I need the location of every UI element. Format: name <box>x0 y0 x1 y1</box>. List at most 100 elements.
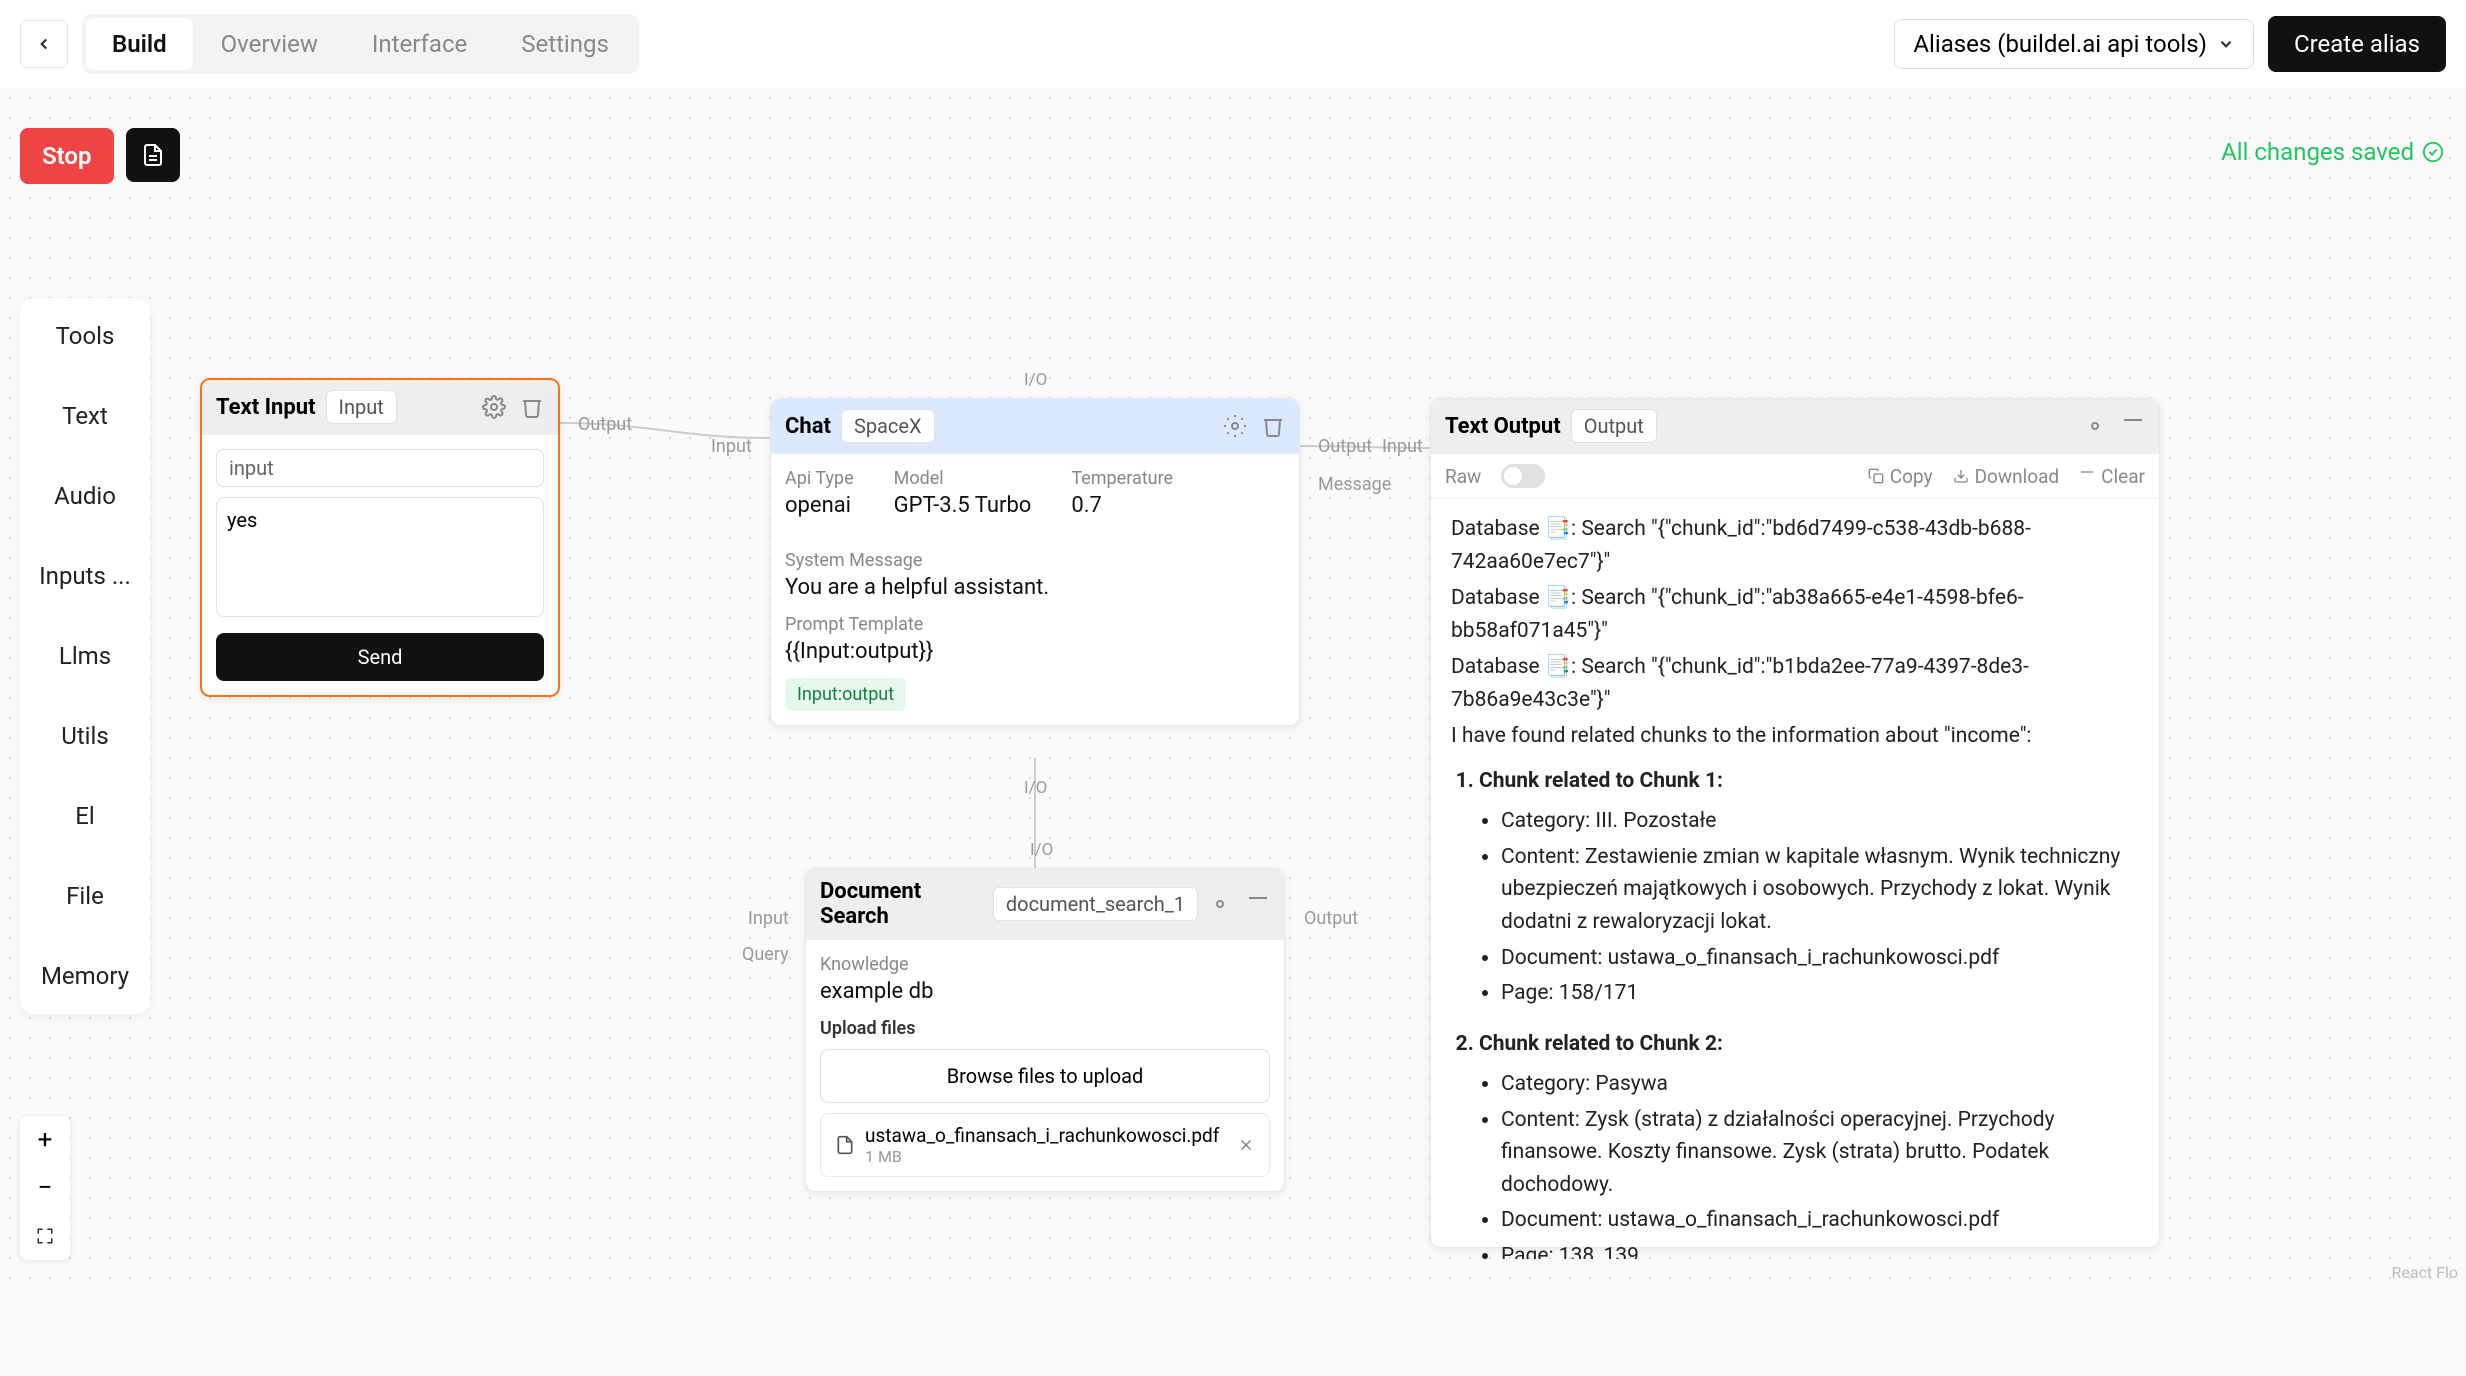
gear-icon[interactable] <box>482 395 506 419</box>
text-input-node[interactable]: Text Input Input input Send <box>200 378 560 697</box>
tab-overview[interactable]: Overview <box>195 18 344 70</box>
chunk-field: Content: Zestawienie zmian w kapitale wł… <box>1501 841 2139 939</box>
output-content: Database 📑: Search "{"chunk_id":"bd6d749… <box>1431 499 2159 1259</box>
browse-files-button[interactable]: Browse files to upload <box>820 1049 1270 1103</box>
palette-item[interactable]: Tools <box>28 322 142 350</box>
chunk-field: Document: ustawa_o_finansach_i_rachunkow… <box>1501 942 2139 975</box>
chunk-field: Page: 138, 139 <box>1501 1240 2139 1259</box>
port-label: Query <box>742 944 789 965</box>
label: Prompt Template <box>785 614 1285 635</box>
alias-dropdown-label: Aliases (buildel.ai api tools) <box>1913 30 2207 58</box>
download-button[interactable]: Download <box>1953 465 2060 488</box>
canvas[interactable]: Stop All changes saved Tools Text Audio … <box>0 88 2466 1288</box>
port-label: I/O <box>1030 840 1053 860</box>
palette-item[interactable]: Memory <box>28 962 142 990</box>
value: You are a helpful assistant. <box>785 575 1285 600</box>
trash-icon[interactable] <box>1261 414 1285 438</box>
gear-icon[interactable] <box>2083 414 2107 438</box>
chunk-field: Category: III. Pozostałe <box>1501 805 2139 838</box>
port-label: Message <box>1318 474 1391 495</box>
file-name: ustawa_o_finansach_i_rachunkowosci.pdf <box>865 1124 1227 1147</box>
tab-build[interactable]: Build <box>86 18 193 70</box>
palette-item[interactable]: Inputs ... <box>28 562 142 590</box>
chunk-title: Chunk related to Chunk 2: <box>1479 1032 1723 1056</box>
text-output-node[interactable]: Text Output Output Raw Copy Download Cle… <box>1430 398 2160 1248</box>
label: Model <box>894 468 1032 489</box>
zoom-in-button[interactable]: + <box>20 1116 70 1164</box>
document-search-node[interactable]: Document Search document_search_1 Knowle… <box>805 868 1285 1192</box>
port-label: Output <box>1304 908 1358 929</box>
palette-item[interactable]: Llms <box>28 642 142 670</box>
alias-dropdown[interactable]: Aliases (buildel.ai api tools) <box>1894 19 2254 69</box>
file-size: 1 MB <box>865 1147 1227 1166</box>
chat-node[interactable]: Chat SpaceX Api Typeopenai ModelGPT-3.5 … <box>770 398 1300 726</box>
raw-toggle[interactable] <box>1501 464 1545 488</box>
node-type: Document Search <box>820 879 983 929</box>
gear-icon[interactable] <box>1208 892 1232 916</box>
stop-button[interactable]: Stop <box>20 128 114 184</box>
chunk-field: Page: 158/171 <box>1501 977 2139 1010</box>
trash-icon[interactable] <box>520 395 544 419</box>
fullscreen-button[interactable] <box>20 1212 70 1260</box>
palette-item[interactable]: Utils <box>28 722 142 750</box>
palette-item[interactable]: Text <box>28 402 142 430</box>
node-type: Text Output <box>1445 414 1561 439</box>
chunk-field: Content: Zysk (strata) z działalności op… <box>1501 1104 2139 1202</box>
label: Temperature <box>1071 468 1173 489</box>
palette-item[interactable]: El <box>28 802 142 830</box>
label: Knowledge <box>820 954 1270 975</box>
value: example db <box>820 979 1270 1004</box>
port-label: I/O <box>1024 778 1047 798</box>
back-button[interactable] <box>20 20 68 68</box>
label: Api Type <box>785 468 854 489</box>
tag: Input:output <box>785 678 906 711</box>
output-line: Database 📑: Search "{"chunk_id":"ab38a66… <box>1451 582 2139 647</box>
value: GPT-3.5 Turbo <box>894 493 1032 518</box>
port-label: Output <box>1318 436 1372 457</box>
trash-icon <box>2079 468 2095 484</box>
output-line: Database 📑: Search "{"chunk_id":"bd6d749… <box>1451 513 2139 578</box>
file-icon <box>835 1135 855 1155</box>
field-label: input <box>216 449 544 487</box>
block-palette: Tools Text Audio Inputs ... Llms Utils E… <box>20 298 150 1014</box>
file-entry: ustawa_o_finansach_i_rachunkowosci.pdf 1… <box>820 1113 1270 1177</box>
create-alias-button[interactable]: Create alias <box>2268 16 2446 72</box>
document-icon <box>141 143 165 167</box>
raw-label: Raw <box>1445 465 1481 488</box>
top-bar: Build Overview Interface Settings Aliase… <box>0 0 2466 88</box>
trash-icon[interactable] <box>1246 892 1270 916</box>
port-label: Input <box>748 908 789 929</box>
send-button[interactable]: Send <box>216 633 544 681</box>
port-label: I/O <box>1024 370 1047 390</box>
output-line: I have found related chunks to the infor… <box>1451 720 2139 753</box>
node-name-pill: document_search_1 <box>993 887 1198 921</box>
tab-interface[interactable]: Interface <box>346 18 493 70</box>
zoom-controls: + − <box>20 1116 70 1260</box>
copy-icon <box>1868 468 1884 484</box>
trash-icon[interactable] <box>2121 414 2145 438</box>
save-status: All changes saved <box>2221 138 2444 166</box>
chunk-field: Document: ustawa_o_finansach_i_rachunkow… <box>1501 1204 2139 1237</box>
clear-button[interactable]: Clear <box>2079 465 2145 488</box>
save-status-label: All changes saved <box>2221 138 2414 166</box>
tabset: Build Overview Interface Settings <box>82 14 639 74</box>
value: {{Input:output}} <box>785 639 1285 664</box>
copy-button[interactable]: Copy <box>1868 465 1933 488</box>
check-circle-icon <box>2422 141 2444 163</box>
chevron-down-icon <box>2217 35 2235 53</box>
download-icon <box>1953 468 1969 484</box>
port-label: Output <box>578 414 632 435</box>
palette-item[interactable]: File <box>28 882 142 910</box>
chunk-title: Chunk related to Chunk 1: <box>1479 769 1723 793</box>
close-icon[interactable] <box>1237 1136 1255 1154</box>
tab-settings[interactable]: Settings <box>495 18 635 70</box>
text-input-field[interactable] <box>216 497 544 617</box>
palette-item[interactable]: Audio <box>28 482 142 510</box>
document-button[interactable] <box>126 128 180 182</box>
label: System Message <box>785 550 1285 571</box>
zoom-out-button[interactable]: − <box>20 1164 70 1212</box>
output-line: Database 📑: Search "{"chunk_id":"b1bda2e… <box>1451 651 2139 716</box>
gear-icon[interactable] <box>1223 414 1247 438</box>
node-type: Chat <box>785 414 831 439</box>
chevron-left-icon <box>35 35 53 53</box>
